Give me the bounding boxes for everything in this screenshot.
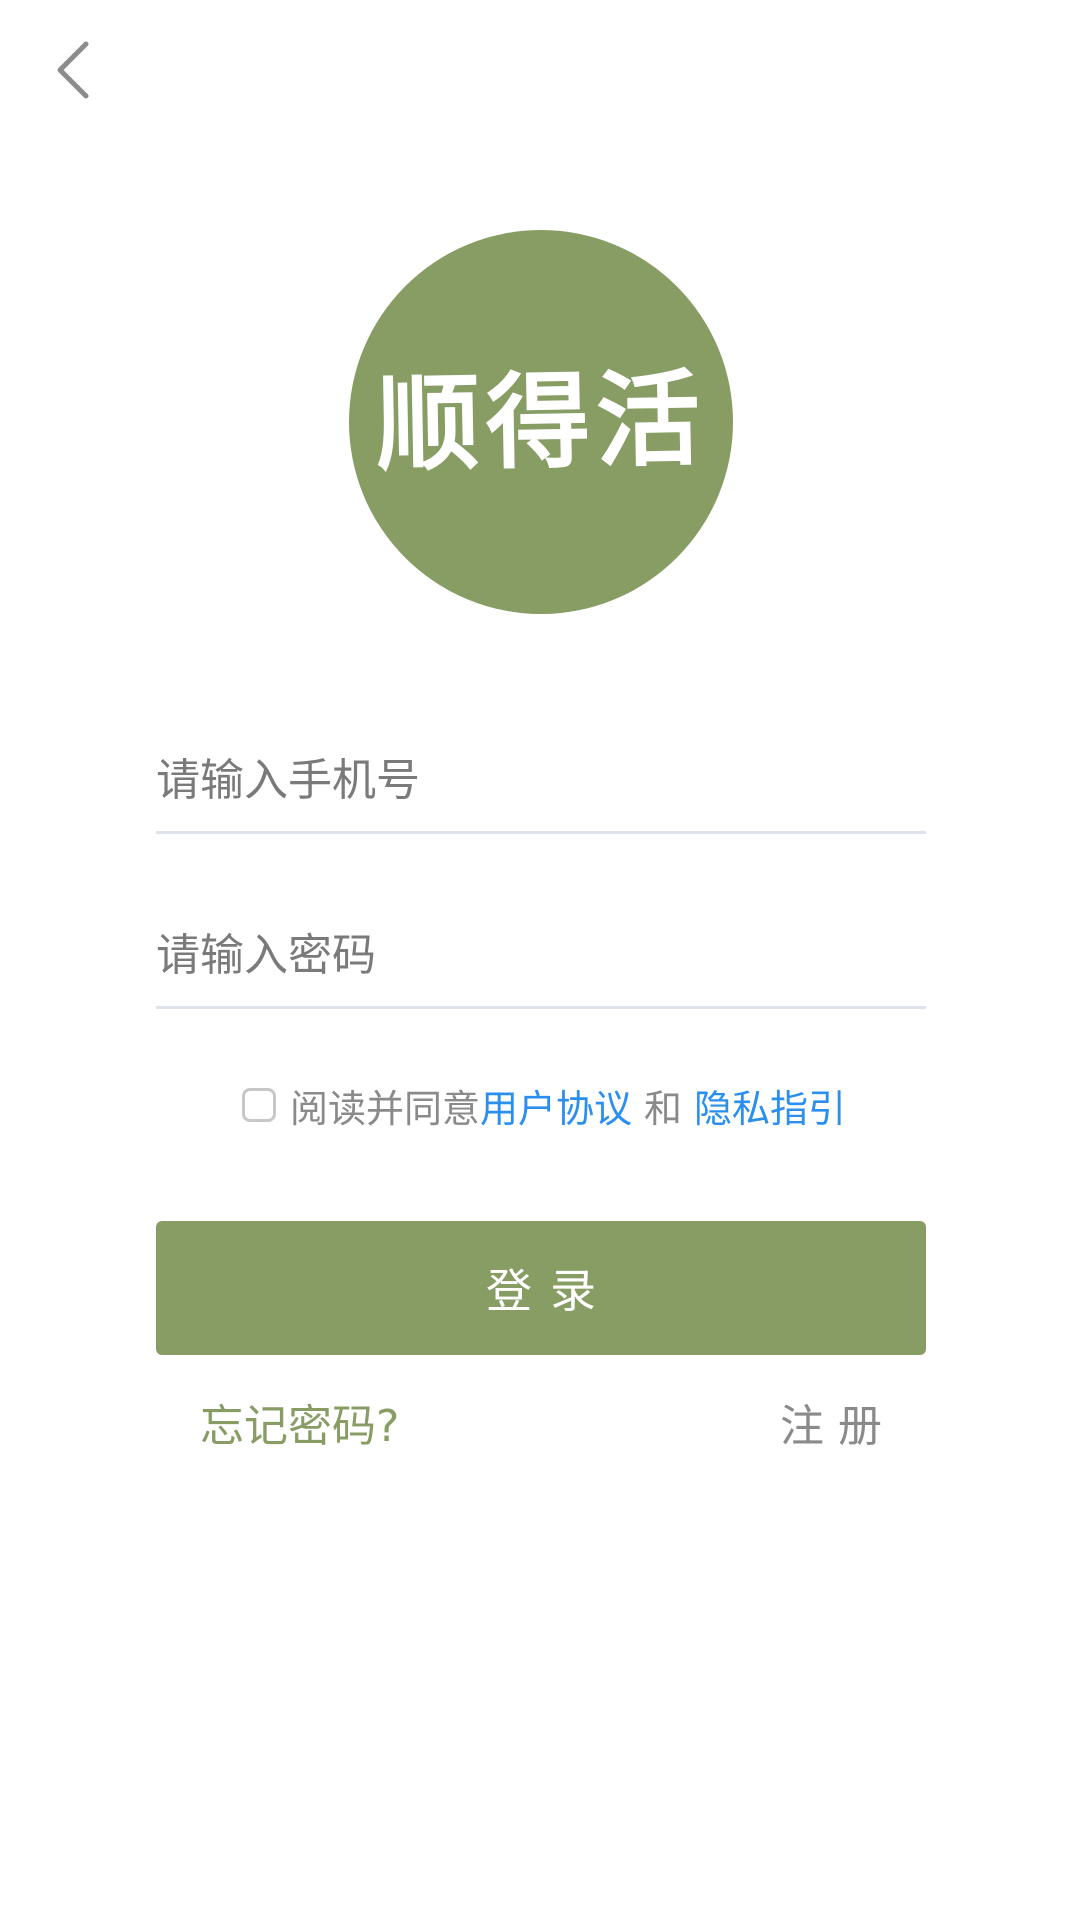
forgot-password-link[interactable]: 忘记密码?	[200, 1390, 399, 1454]
agreement-and: 和	[644, 1086, 683, 1131]
back-button[interactable]	[40, 30, 110, 110]
password-input[interactable]	[156, 905, 926, 1006]
chevron-left-icon	[40, 30, 110, 110]
user-agreement-link[interactable]: 用户协议	[480, 1078, 632, 1133]
agreement-prefix: 阅读并同意	[290, 1086, 481, 1131]
password-field	[156, 905, 926, 1009]
phone-field	[156, 730, 926, 834]
logo-text: 顺得活	[374, 358, 708, 486]
agreement-row: 阅读并同意 用户协议 和 隐私指引	[242, 1078, 846, 1133]
phone-input[interactable]	[156, 730, 926, 831]
register-link[interactable]: 注册	[780, 1390, 896, 1454]
login-label: 登录	[486, 1264, 614, 1318]
agreement-checkbox[interactable]	[242, 1088, 276, 1122]
app-logo: 顺得活	[349, 230, 733, 614]
privacy-policy-link[interactable]: 隐私指引	[694, 1078, 846, 1133]
login-button[interactable]: 登录	[156, 1221, 926, 1355]
